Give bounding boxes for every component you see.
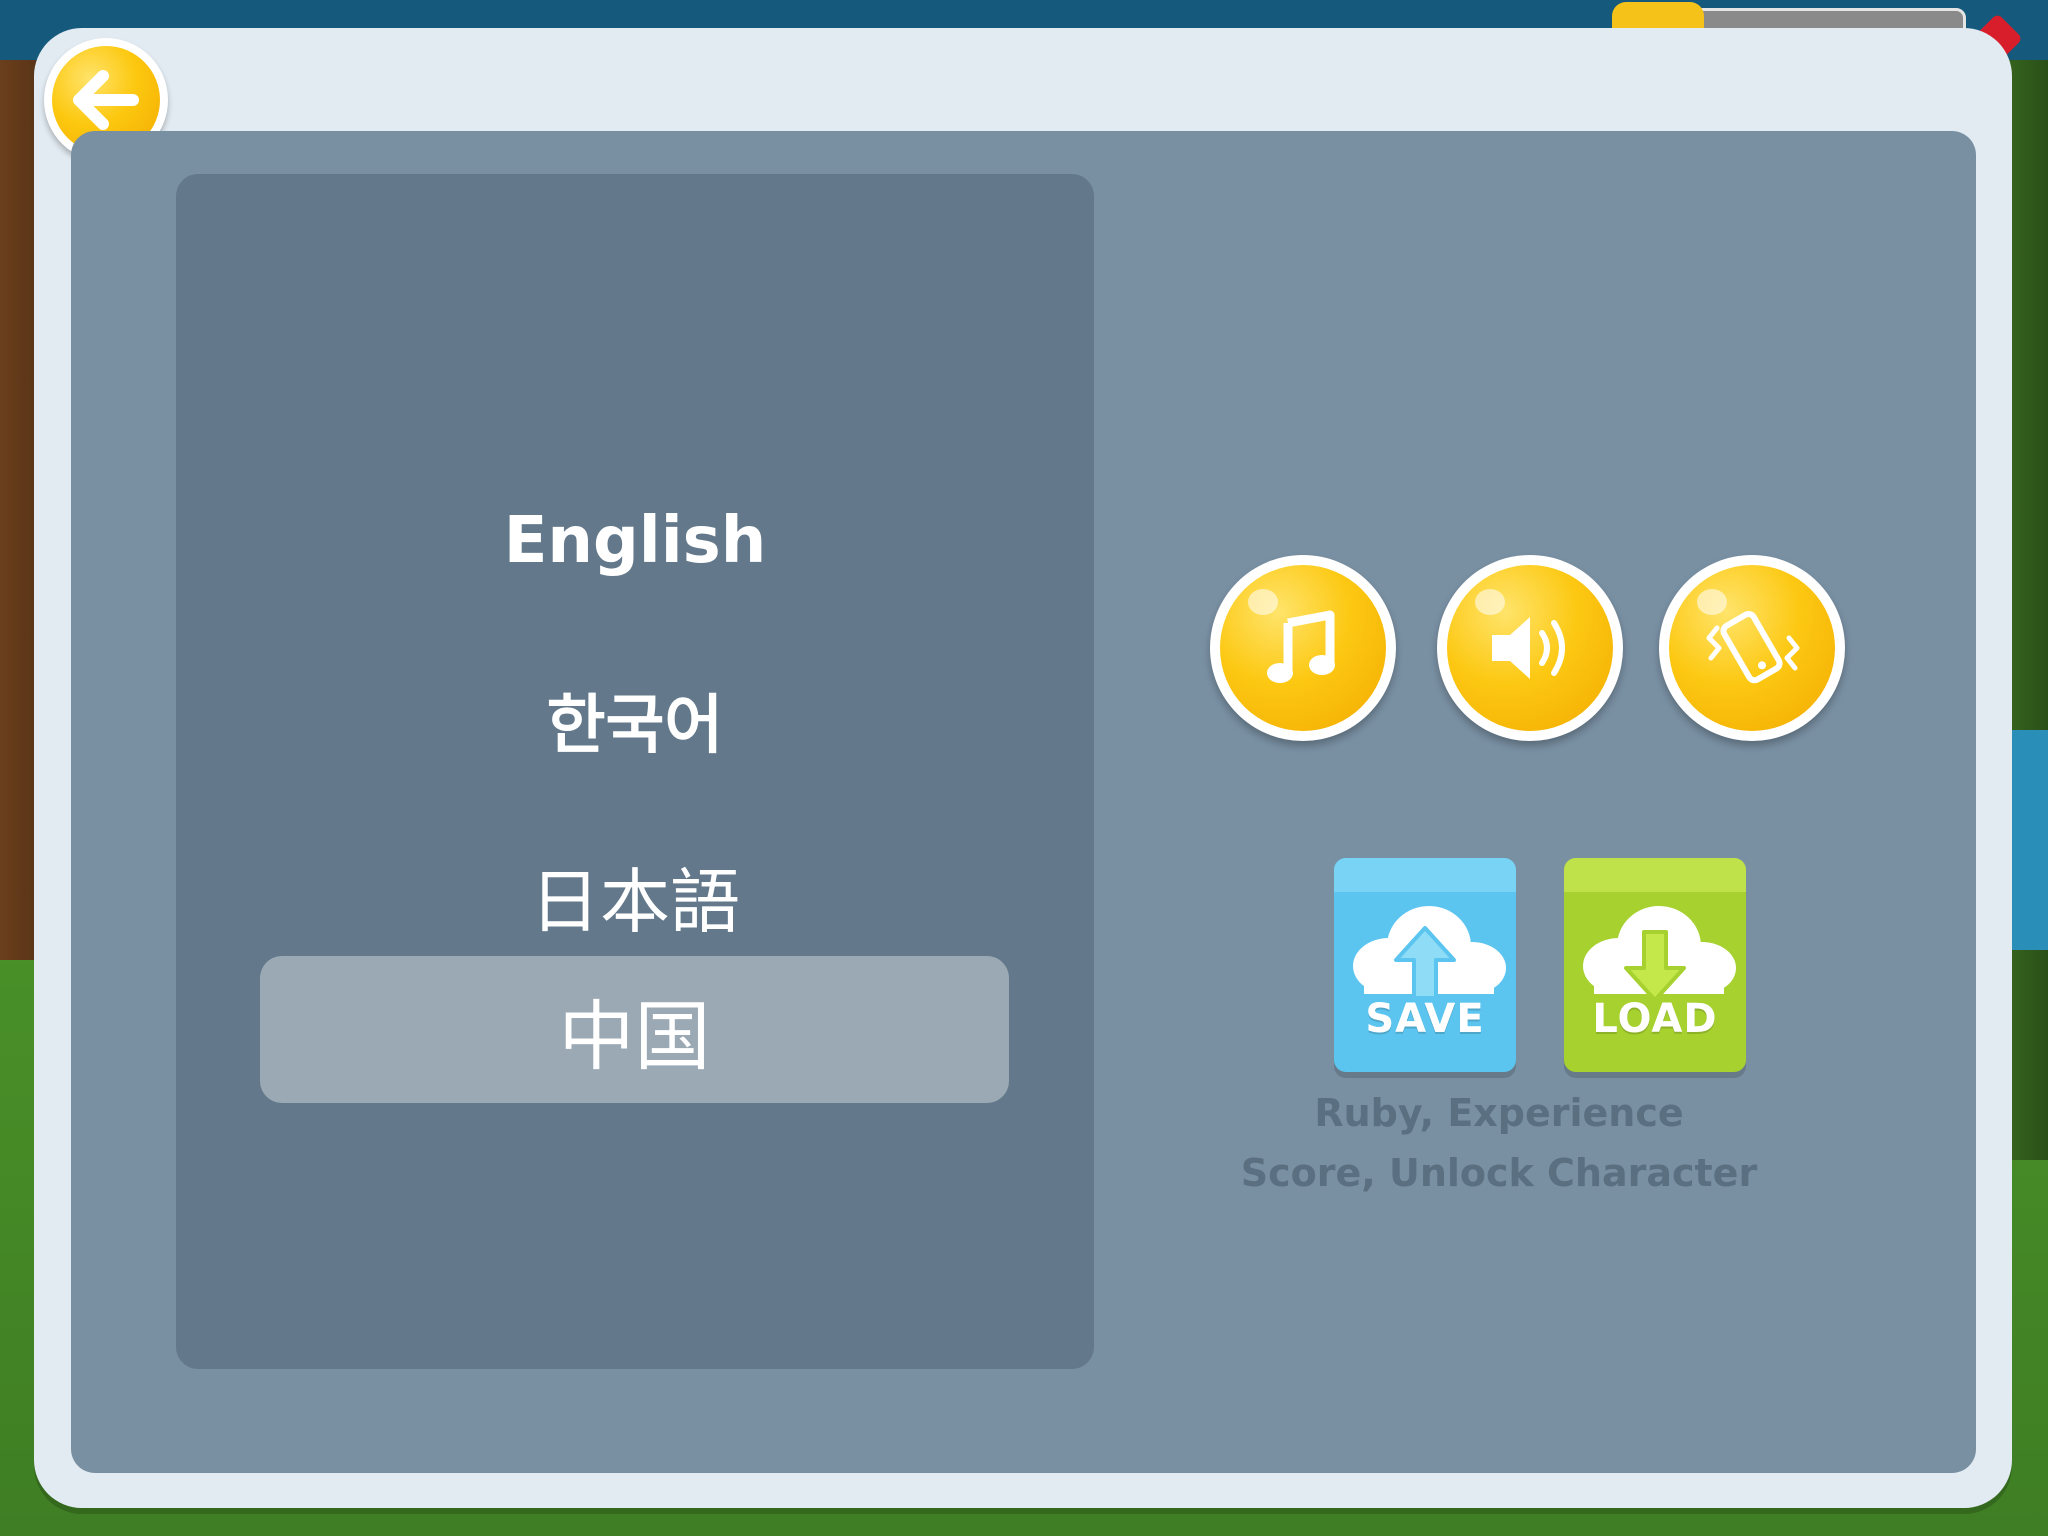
water xyxy=(2008,730,2048,950)
settings-content: English 한국어 日本語 中国 xyxy=(71,131,1976,1473)
load-label: LOAD xyxy=(1592,996,1718,1042)
speaker-icon xyxy=(1447,565,1613,731)
cloud-load-button[interactable]: LOAD xyxy=(1564,858,1746,1072)
cloud-note-line2: Score, Unlock Character xyxy=(1240,1151,1758,1195)
cloud-save-button[interactable]: SAVE xyxy=(1334,858,1516,1072)
language-option-korean[interactable]: 한국어 xyxy=(176,674,1094,766)
music-toggle-button[interactable] xyxy=(1210,555,1396,741)
cloud-note-line1: Ruby, Experience xyxy=(1314,1091,1684,1135)
button-band xyxy=(1564,858,1746,892)
save-label: SAVE xyxy=(1365,996,1485,1042)
button-band xyxy=(1334,858,1516,892)
language-option-english[interactable]: English xyxy=(176,504,1094,578)
settings-modal: English 한국어 日本語 中国 SAVE LOAD Ruby, Exper… xyxy=(34,28,2012,1508)
vibration-toggle-button[interactable] xyxy=(1659,555,1845,741)
language-option-chinese[interactable]: 中国 xyxy=(260,956,1009,1103)
music-note-icon xyxy=(1220,565,1386,731)
language-option-japanese[interactable]: 日本語 xyxy=(176,846,1094,947)
language-option-chinese-label: 中国 xyxy=(558,991,711,1081)
language-list: English 한국어 日本語 中国 xyxy=(176,174,1094,1369)
sound-toggle-button[interactable] xyxy=(1437,555,1623,741)
vibrate-phone-icon xyxy=(1669,565,1835,731)
cloud-save-description: Ruby, Experience Score, Unlock Character xyxy=(1219,1083,1779,1203)
